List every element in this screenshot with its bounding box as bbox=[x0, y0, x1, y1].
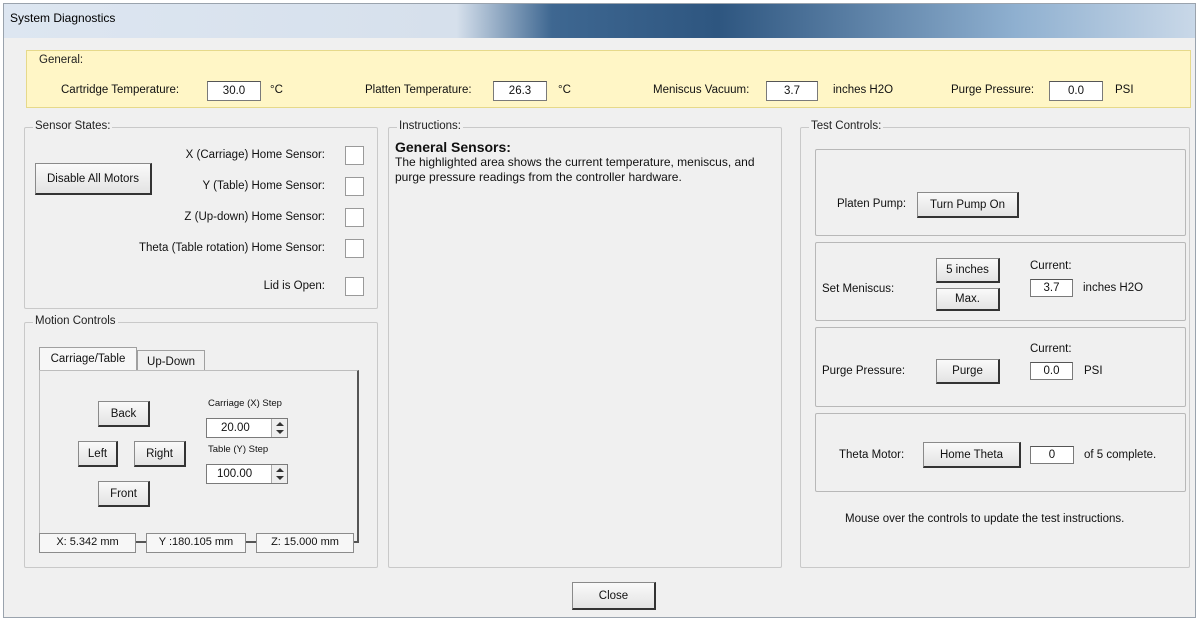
spin-down-icon[interactable] bbox=[276, 430, 284, 434]
x-position-readout: X: 5.342 mm bbox=[39, 533, 136, 553]
carriage-step-label: Carriage (X) Step bbox=[208, 398, 282, 409]
z-home-sensor-label: Z (Up-down) Home Sensor: bbox=[184, 211, 325, 223]
platen-temp-value: 26.3 bbox=[493, 81, 547, 101]
meniscus-vacuum-unit: inches H2O bbox=[833, 84, 894, 96]
lid-open-label: Lid is Open: bbox=[263, 280, 325, 292]
close-button[interactable]: Close bbox=[572, 582, 656, 610]
system-diagnostics-window: System Diagnostics General: Cartridge Te… bbox=[3, 3, 1196, 618]
sensor-states-legend: Sensor States: bbox=[33, 120, 113, 132]
platen-temp-unit: °C bbox=[558, 84, 571, 96]
theta-home-sensor-indicator bbox=[345, 239, 364, 258]
meniscus-current-value: 3.7 bbox=[1030, 279, 1073, 297]
home-theta-button[interactable]: Home Theta bbox=[923, 442, 1021, 468]
table-step-arrows[interactable] bbox=[271, 465, 287, 483]
y-home-sensor-label: Y (Table) Home Sensor: bbox=[202, 180, 325, 192]
spin-up-icon[interactable] bbox=[276, 422, 284, 426]
back-button[interactable]: Back bbox=[98, 401, 150, 427]
instructions-panel: Instructions: General Sensors: The highl… bbox=[388, 120, 782, 568]
tab-carriage-table[interactable]: Carriage/Table bbox=[39, 347, 137, 371]
purge-pressure-unit: PSI bbox=[1115, 84, 1134, 96]
meniscus-vacuum-value: 3.7 bbox=[766, 81, 818, 101]
motion-controls-legend: Motion Controls bbox=[33, 315, 118, 327]
title-bar[interactable]: System Diagnostics bbox=[4, 4, 1195, 38]
x-home-sensor-indicator bbox=[345, 146, 364, 165]
purge-pressure-label: Purge Pressure: bbox=[951, 84, 1035, 96]
window-title: System Diagnostics bbox=[10, 11, 116, 25]
x-home-sensor-label: X (Carriage) Home Sensor: bbox=[185, 149, 325, 161]
turn-pump-on-button[interactable]: Turn Pump On bbox=[917, 192, 1019, 218]
platen-temp-label: Platten Temperature: bbox=[365, 84, 472, 96]
table-step-spinner[interactable]: 100.00 bbox=[206, 464, 288, 484]
set-meniscus-label: Set Meniscus: bbox=[822, 283, 895, 295]
instructions-body: The highlighted area shows the current t… bbox=[395, 155, 755, 184]
platen-pump-label: Platen Pump: bbox=[837, 198, 907, 210]
z-home-sensor-indicator bbox=[345, 208, 364, 227]
purge-button[interactable]: Purge bbox=[936, 359, 1000, 384]
carriage-step-arrows[interactable] bbox=[271, 419, 287, 437]
test-controls-legend: Test Controls: bbox=[809, 120, 884, 132]
purge-pressure-value: 0.0 bbox=[1049, 81, 1103, 101]
theta-motor-section: Theta Motor: Home Theta 0 of 5 complete. bbox=[815, 413, 1186, 492]
sensor-states-panel: Sensor States: Disable All Motors X (Car… bbox=[24, 120, 378, 309]
meniscus-5-inches-button[interactable]: 5 inches bbox=[936, 258, 1000, 283]
lid-open-indicator bbox=[345, 277, 364, 296]
theta-progress-value: 0 bbox=[1030, 446, 1074, 464]
instructions-content: General Sensors: The highlighted area sh… bbox=[395, 139, 773, 185]
set-meniscus-section: Set Meniscus: 5 inches Max. Current: 3.7… bbox=[815, 242, 1186, 321]
purge-current-value: 0.0 bbox=[1030, 362, 1073, 380]
test-controls-hint: Mouse over the controls to update the te… bbox=[845, 513, 1125, 525]
table-step-value: 100.00 bbox=[217, 468, 253, 480]
tab-up-down[interactable]: Up-Down bbox=[137, 350, 205, 371]
carriage-step-spinner[interactable]: 20.00 bbox=[206, 418, 288, 438]
right-button[interactable]: Right bbox=[134, 441, 186, 467]
purge-pressure-test-label: Purge Pressure: bbox=[822, 365, 906, 377]
disable-all-motors-button[interactable]: Disable All Motors bbox=[35, 163, 152, 195]
cartridge-temp-unit: °C bbox=[270, 84, 283, 96]
motion-controls-panel: Motion Controls Carriage/Table Up-Down B… bbox=[24, 315, 378, 568]
meniscus-max-button[interactable]: Max. bbox=[936, 288, 1000, 311]
meniscus-current-unit: inches H2O bbox=[1083, 282, 1144, 294]
carriage-step-value: 20.00 bbox=[221, 422, 250, 434]
platen-pump-section: Platen Pump: Turn Pump On bbox=[815, 149, 1186, 236]
theta-progress-suffix: of 5 complete. bbox=[1084, 449, 1157, 461]
purge-pressure-section: Purge Pressure: Purge Current: 0.0 PSI bbox=[815, 327, 1186, 407]
general-readings-panel: General: Cartridge Temperature: 30.0 °C … bbox=[26, 50, 1191, 108]
spin-down-icon[interactable] bbox=[276, 476, 284, 480]
z-position-readout: Z: 15.000 mm bbox=[256, 533, 354, 553]
meniscus-current-label: Current: bbox=[1030, 260, 1072, 272]
spin-up-icon[interactable] bbox=[276, 468, 284, 472]
y-position-readout: Y :180.105 mm bbox=[146, 533, 246, 553]
theta-home-sensor-label: Theta (Table rotation) Home Sensor: bbox=[138, 242, 325, 254]
left-button[interactable]: Left bbox=[78, 441, 118, 467]
carriage-table-tab-page: Back Left Right Front Carriage (X) Step … bbox=[39, 370, 359, 543]
theta-motor-label: Theta Motor: bbox=[839, 449, 905, 461]
cartridge-temp-label: Cartridge Temperature: bbox=[61, 84, 180, 96]
test-controls-panel: Test Controls: Platen Pump: Turn Pump On… bbox=[800, 120, 1190, 568]
purge-current-unit: PSI bbox=[1084, 365, 1103, 377]
front-button[interactable]: Front bbox=[98, 481, 150, 507]
general-legend: General: bbox=[39, 54, 84, 66]
cartridge-temp-value: 30.0 bbox=[207, 81, 261, 101]
instructions-legend: Instructions: bbox=[397, 120, 463, 132]
y-home-sensor-indicator bbox=[345, 177, 364, 196]
instructions-heading: General Sensors: bbox=[395, 139, 511, 155]
table-step-label: Table (Y) Step bbox=[208, 444, 269, 455]
meniscus-vacuum-label: Meniscus Vacuum: bbox=[653, 84, 750, 96]
purge-current-label: Current: bbox=[1030, 343, 1072, 355]
